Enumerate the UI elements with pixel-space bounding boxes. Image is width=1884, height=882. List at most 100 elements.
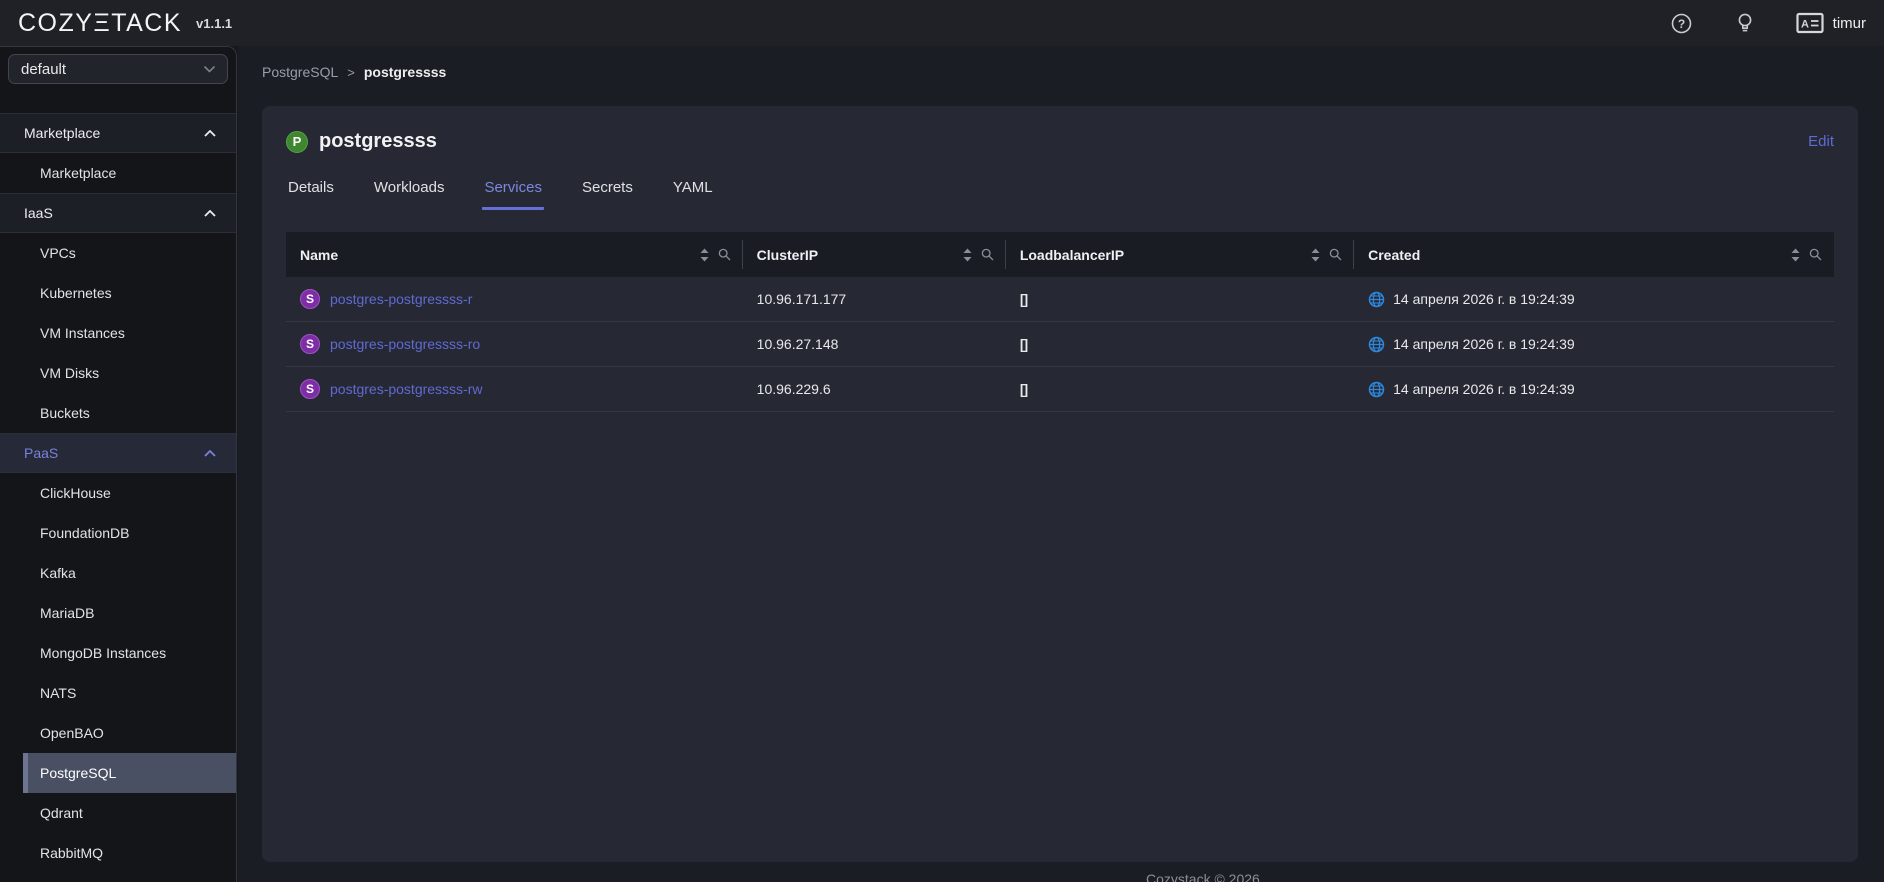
app-version: v1.1.1 — [196, 15, 233, 31]
help-icon[interactable]: ? — [1671, 13, 1692, 34]
main-content: PostgreSQL > postgressss P postgressss E… — [238, 46, 1884, 882]
sidebar-item-nats[interactable]: NATS — [0, 673, 236, 713]
sidebar-item-label: VM Instances — [40, 325, 125, 341]
sidebar-section-header-iaas[interactable]: IaaS — [0, 193, 236, 233]
search-icon[interactable] — [981, 248, 994, 261]
edit-button[interactable]: Edit — [1808, 133, 1834, 150]
service-badge-icon: S — [300, 379, 320, 399]
breadcrumb-current: postgressss — [363, 64, 447, 80]
table-row: S postgres-postgressss-rw 10.96.229.6 []… — [286, 367, 1834, 412]
tab-services[interactable]: Services — [482, 179, 544, 210]
cluster-ip-value: 10.96.229.6 — [756, 381, 831, 397]
footer-copyright: Cozystack © 2026 — [1146, 871, 1260, 882]
sidebar-item-mariadb[interactable]: MariaDB — [0, 593, 236, 633]
service-name-link[interactable]: postgres-postgressss-r — [330, 291, 472, 307]
search-icon[interactable] — [1329, 248, 1342, 261]
resource-detail-card: P postgressss Edit Details Workloads Servi… — [262, 106, 1858, 862]
services-table: Name ClusterIP LoadbalancerIP Created S … — [286, 232, 1834, 412]
tab-details[interactable]: Details — [286, 179, 336, 210]
sort-icon[interactable] — [700, 248, 709, 262]
sidebar-item-vpcs[interactable]: VPCs — [0, 233, 236, 273]
table-body: S postgres-postgressss-r 10.96.171.177 [… — [286, 277, 1834, 412]
search-icon[interactable] — [1809, 248, 1822, 261]
column-header-loadbalancerip[interactable]: LoadbalancerIP — [1006, 232, 1355, 277]
loadbalancer-ip-value: [] — [1019, 336, 1028, 352]
namespace-select[interactable]: default — [8, 54, 228, 84]
service-name-link[interactable]: postgres-postgressss-rw — [330, 381, 483, 397]
cluster-ip-value: 10.96.27.148 — [756, 336, 839, 352]
column-header-name[interactable]: Name — [286, 232, 743, 277]
breadcrumb-separator: > — [347, 64, 355, 80]
breadcrumb-parent[interactable]: PostgreSQL — [262, 64, 338, 80]
sidebar-item-label: ClickHouse — [40, 485, 111, 501]
sidebar-item-label: VM Disks — [40, 365, 100, 381]
sidebar-item-label: Marketplace — [40, 165, 117, 181]
service-name-link[interactable]: postgres-postgressss-ro — [330, 336, 480, 352]
page-title: postgressss — [319, 130, 437, 152]
sidebar-item-kubernetes[interactable]: Kubernetes — [0, 273, 236, 313]
sidebar-item-vm-disks[interactable]: VM Disks — [0, 353, 236, 393]
postgresql-badge-icon: P — [286, 130, 308, 153]
tab-secrets[interactable]: Secrets — [580, 179, 635, 210]
created-value: 14 апреля 2026 г. в 19:24:39 — [1393, 336, 1575, 352]
topbar-actions: ? A timur — [1671, 12, 1866, 34]
sidebar-item-openbao[interactable]: OpenBAO — [0, 713, 236, 753]
sidebar-item-label: Kubernetes — [40, 285, 112, 301]
created-value: 14 апреля 2026 г. в 19:24:39 — [1393, 291, 1575, 307]
detail-tabs: Details Workloads Services Secrets YAML — [286, 179, 1834, 210]
username[interactable]: timur — [1833, 15, 1866, 32]
sidebar-item-label: Buckets — [40, 405, 90, 421]
top-bar: COZYΞTACK v1.1.1 ? A timur — [0, 0, 1884, 46]
svg-text:A: A — [1801, 19, 1809, 31]
sidebar-item-rabbitmq[interactable]: RabbitMQ — [0, 833, 236, 873]
column-header-clusterip[interactable]: ClusterIP — [743, 232, 1006, 277]
column-header-created[interactable]: Created — [1354, 232, 1834, 277]
sidebar-item-label: Qdrant — [40, 805, 83, 821]
sort-icon[interactable] — [1311, 248, 1320, 262]
created-value: 14 апреля 2026 г. в 19:24:39 — [1393, 381, 1575, 397]
sidebar-item-vm-instances[interactable]: VM Instances — [0, 313, 236, 353]
sidebar-item-label: FoundationDB — [40, 525, 130, 541]
chevron-up-icon — [204, 129, 216, 137]
breadcrumb: PostgreSQL > postgressss — [238, 46, 1884, 80]
sidebar-item-marketplace[interactable]: Marketplace — [0, 153, 236, 193]
globe-icon — [1368, 381, 1385, 398]
service-badge-icon: S — [300, 334, 320, 354]
search-icon[interactable] — [718, 248, 731, 261]
sidebar-section-header-marketplace[interactable]: Marketplace — [0, 113, 236, 153]
sidebar-nav: Marketplace Marketplace IaaS VPCs Kubern… — [0, 113, 236, 873]
sidebar-item-mongodb-instances[interactable]: MongoDB Instances — [0, 633, 236, 673]
sidebar-item-foundationdb[interactable]: FoundationDB — [0, 513, 236, 553]
sidebar-item-buckets[interactable]: Buckets — [0, 393, 236, 433]
lightbulb-icon[interactable] — [1736, 12, 1754, 34]
app-logo: COZYΞTACK — [18, 8, 183, 37]
sidebar-item-label: VPCs — [40, 245, 76, 261]
tab-workloads[interactable]: Workloads — [372, 179, 447, 210]
table-header-row: Name ClusterIP LoadbalancerIP Created — [286, 232, 1834, 277]
sidebar-section-header-paas[interactable]: PaaS — [0, 433, 236, 473]
cluster-ip-value: 10.96.171.177 — [756, 291, 847, 307]
globe-icon — [1368, 291, 1385, 308]
sidebar-item-label: PostgreSQL — [40, 765, 117, 781]
sidebar: default Marketplace Marketplace IaaS VPC… — [0, 46, 237, 882]
sidebar-item-qdrant[interactable]: Qdrant — [0, 793, 236, 833]
sidebar-item-clickhouse[interactable]: ClickHouse — [0, 473, 236, 513]
sidebar-item-kafka[interactable]: Kafka — [0, 553, 236, 593]
sidebar-item-postgresql[interactable]: PostgreSQL — [23, 753, 236, 793]
namespace-select-value: default — [21, 60, 67, 78]
chevron-down-icon — [203, 65, 216, 73]
sort-icon[interactable] — [1791, 248, 1800, 262]
tab-yaml[interactable]: YAML — [671, 179, 715, 210]
table-row: S postgres-postgressss-ro 10.96.27.148 [… — [286, 322, 1834, 367]
card-header: P postgressss Edit — [286, 130, 1834, 153]
chevron-up-icon — [204, 449, 216, 457]
sidebar-item-label: MariaDB — [40, 605, 95, 621]
id-card-icon[interactable]: A — [1796, 12, 1824, 34]
chevron-up-icon — [204, 209, 216, 217]
loadbalancer-ip-value: [] — [1019, 381, 1028, 397]
table-row: S postgres-postgressss-r 10.96.171.177 [… — [286, 277, 1834, 322]
sort-icon[interactable] — [963, 248, 972, 262]
sidebar-item-label: Kafka — [40, 565, 76, 581]
loadbalancer-ip-value: [] — [1019, 291, 1028, 307]
service-badge-icon: S — [300, 289, 320, 309]
